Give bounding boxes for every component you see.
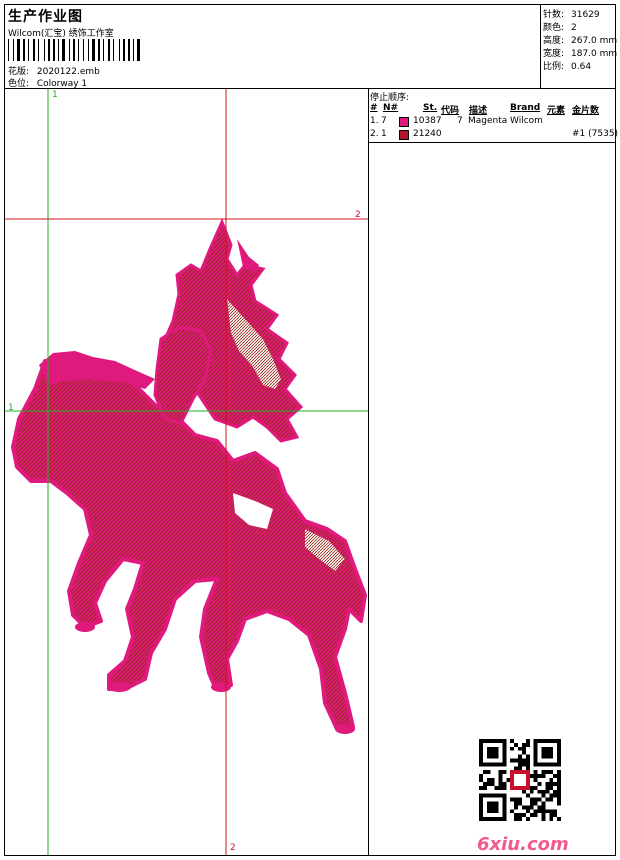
- guide-label-right: 2: [355, 210, 361, 220]
- col-needle: N#: [383, 103, 399, 113]
- col-element: 元素: [547, 106, 566, 116]
- row-index: 2.: [370, 129, 379, 139]
- colorway-label: 色位:: [8, 79, 30, 89]
- col-index: #: [370, 103, 378, 113]
- row-code: 7: [457, 116, 463, 126]
- design-scale-label: 比例:: [543, 62, 565, 72]
- barcode: [8, 39, 140, 61]
- qr-code: [479, 739, 561, 821]
- horse-rider-embroidery: [11, 218, 367, 734]
- divider: [369, 142, 615, 143]
- colorway-value: Colorway 1: [36, 79, 88, 89]
- guide-label-bottom: 2: [230, 843, 236, 853]
- design-height-value: 267.0 mm: [571, 36, 618, 46]
- design-scale: 比例: 0.64: [543, 59, 591, 72]
- embroidery-artwork: [5, 89, 368, 855]
- header-info: 生产作业图 Wilcom(汇宝) 绣饰工作室 花版: 2020122.emb 色…: [5, 5, 541, 89]
- color-count-label: 颜色:: [543, 23, 565, 33]
- row-sequin: #1 (7535): [572, 129, 619, 139]
- watermark: 6xiu.com: [477, 834, 569, 855]
- production-worksheet: 生产作业图 Wilcom(汇宝) 绣饰工作室 花版: 2020122.emb 色…: [4, 4, 619, 856]
- stitch-count-label: 针数:: [543, 10, 565, 20]
- row-stitches: 21240: [413, 129, 442, 139]
- guide-label-top: 1: [52, 90, 58, 100]
- stitch-count-value: 31629: [571, 10, 600, 20]
- design-width: 宽度: 187.0 mm: [543, 46, 617, 59]
- stitch-count: 针数: 31629: [543, 7, 600, 20]
- guide-label-left: 1: [8, 403, 14, 413]
- col-stitches: St.: [423, 103, 438, 113]
- colorway-line: 色位: Colorway 1: [8, 76, 87, 89]
- row-stitches: 10387: [413, 116, 442, 126]
- design-width-label: 宽度:: [543, 49, 565, 59]
- color-count: 颜色: 2: [543, 20, 577, 33]
- design-stats: 针数: 31629 颜色: 2 高度: 267.0 mm 宽度: 187.0 mm 比例…: [541, 5, 617, 89]
- col-code: 代码: [441, 106, 460, 116]
- stop-sequence-title: 停止顺序:: [370, 93, 410, 103]
- row-description: Magenta: [468, 116, 508, 126]
- color-swatch: [399, 117, 409, 127]
- col-description: 描述: [469, 106, 488, 116]
- row-index: 1.: [370, 116, 379, 126]
- color-swatch: [399, 130, 409, 140]
- row-needle: 7: [381, 116, 387, 126]
- design-scale-value: 0.64: [571, 62, 592, 72]
- col-brand: Brand: [510, 103, 541, 113]
- row-needle: 1: [381, 129, 387, 139]
- stop-row: 2. 1 21240 #1 (7535): [369, 129, 619, 142]
- row-brand: Wilcom: [510, 116, 543, 126]
- col-sequin: 金片数: [572, 106, 600, 116]
- stop-sequence-panel: 停止顺序: # N# St. 代码 描述 Brand 元素 金片数 1. 7 1…: [369, 89, 619, 855]
- stop-row: 1. 7 10387 7 Magenta Wilcom: [369, 116, 615, 129]
- design-height: 高度: 267.0 mm: [543, 33, 617, 46]
- design-preview: 1 1 2 2: [5, 89, 369, 855]
- page-title: 生产作业图: [8, 9, 83, 25]
- company-name: Wilcom(汇宝) 绣饰工作室: [8, 29, 114, 39]
- color-count-value: 2: [571, 23, 577, 33]
- design-width-value: 187.0 mm: [571, 49, 618, 59]
- design-height-label: 高度:: [543, 36, 565, 46]
